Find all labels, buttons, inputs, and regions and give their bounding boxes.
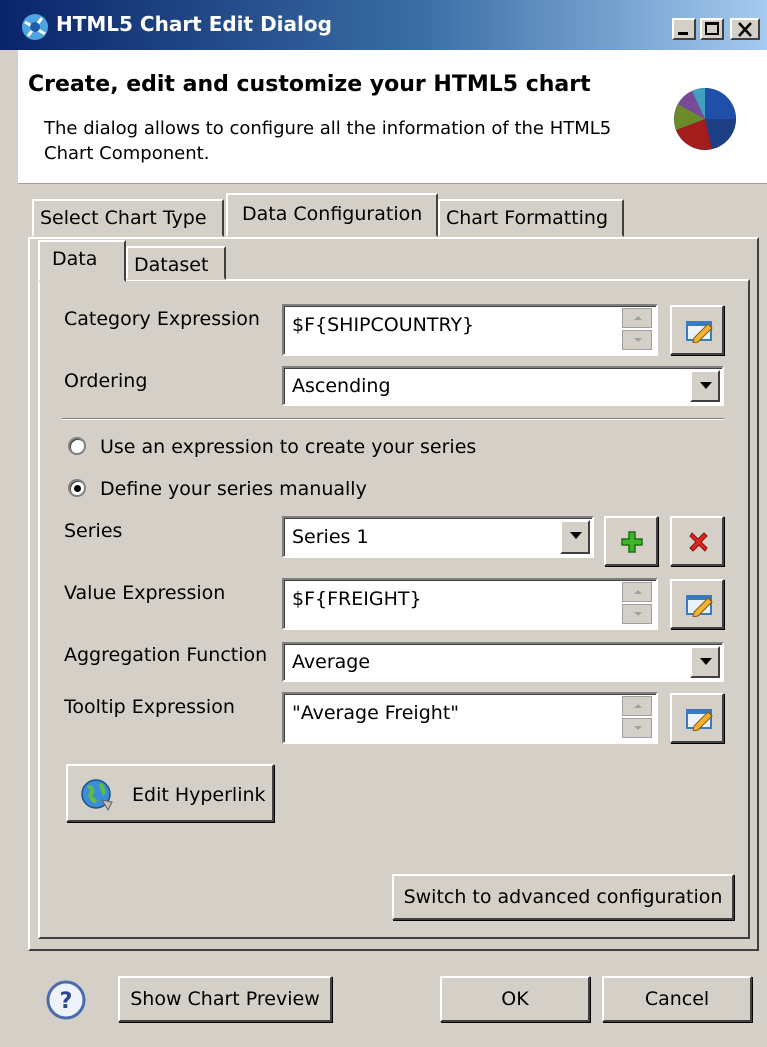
tooltip-expression-value: "Average Freight" xyxy=(292,702,460,724)
value-expression-label: Value Expression xyxy=(64,582,226,604)
aggregation-function-label: Aggregation Function xyxy=(64,644,268,666)
series-label: Series xyxy=(64,520,123,542)
remove-series-button[interactable] xyxy=(670,516,724,566)
edit-category-expression-button[interactable] xyxy=(670,305,724,355)
radio-selected-dot xyxy=(74,485,81,492)
divider xyxy=(62,418,724,420)
scroll-up-icon[interactable] xyxy=(622,308,652,328)
tab-label: Data Configuration xyxy=(242,203,423,225)
show-chart-preview-label: Show Chart Preview xyxy=(130,988,320,1010)
category-expression-label: Category Expression xyxy=(64,308,260,330)
radio-use-expression[interactable] xyxy=(68,437,86,455)
scroll-down-icon[interactable] xyxy=(622,604,652,624)
close-icon xyxy=(738,22,752,37)
close-button[interactable] xyxy=(730,18,760,40)
help-icon[interactable]: ? xyxy=(46,980,86,1020)
edit-hyperlink-label: Edit Hyperlink xyxy=(132,784,266,806)
switch-advanced-button[interactable]: Switch to advanced configuration xyxy=(392,874,734,920)
expression-editor-icon xyxy=(686,709,713,731)
scroll-down-icon[interactable] xyxy=(622,330,652,350)
ordering-select[interactable]: Ascending xyxy=(282,366,724,406)
category-expression-value: $F{SHIPCOUNTRY} xyxy=(292,314,475,336)
series-select[interactable]: Series 1 xyxy=(282,516,594,558)
aggregation-function-value: Average xyxy=(292,651,371,673)
radio-define-manually[interactable] xyxy=(68,479,86,497)
chevron-down-icon[interactable] xyxy=(690,370,720,402)
edit-value-expression-button[interactable] xyxy=(670,579,724,629)
chevron-down-icon[interactable] xyxy=(690,646,720,678)
pie-chart-icon xyxy=(674,88,736,150)
value-expression-field[interactable]: $F{FREIGHT} xyxy=(282,578,658,630)
expression-editor-icon xyxy=(686,595,713,617)
scroll-up-icon[interactable] xyxy=(622,582,652,602)
svg-text:?: ? xyxy=(60,989,73,1014)
switch-advanced-label: Switch to advanced configuration xyxy=(403,886,723,908)
cancel-button[interactable]: Cancel xyxy=(602,976,752,1022)
expression-editor-icon xyxy=(686,321,713,343)
tooltip-expression-label: Tooltip Expression xyxy=(64,696,235,718)
tab-data[interactable]: Data xyxy=(38,240,126,282)
show-chart-preview-button[interactable]: Show Chart Preview xyxy=(118,976,332,1022)
tab-label: Select Chart Type xyxy=(40,207,207,229)
tab-select-chart-type[interactable]: Select Chart Type xyxy=(32,199,224,237)
tab-chart-formatting[interactable]: Chart Formatting xyxy=(438,199,624,237)
tooltip-expression-field[interactable]: "Average Freight" xyxy=(282,692,658,744)
maximize-button[interactable] xyxy=(700,18,724,40)
window-frame xyxy=(0,50,18,1047)
ordering-value: Ascending xyxy=(292,375,391,397)
minimize-button[interactable] xyxy=(672,18,696,40)
category-expression-field[interactable]: $F{SHIPCOUNTRY} xyxy=(282,304,658,356)
chevron-down-icon[interactable] xyxy=(560,520,590,554)
delete-icon xyxy=(689,532,708,552)
series-value: Series 1 xyxy=(292,526,369,548)
radio-use-expression-label: Use an expression to create your series xyxy=(100,436,477,458)
chart-wizard-icon xyxy=(22,14,48,40)
scroll-up-icon[interactable] xyxy=(622,696,652,716)
tab-label: Chart Formatting xyxy=(446,207,609,229)
value-expression-value: $F{FREIGHT} xyxy=(292,588,422,610)
radio-define-manually-label: Define your series manually xyxy=(100,478,367,500)
tab-data-configuration[interactable]: Data Configuration xyxy=(226,193,438,237)
minimize-icon xyxy=(678,32,688,35)
tab-label: Dataset xyxy=(134,254,209,276)
edit-tooltip-expression-button[interactable] xyxy=(670,693,724,743)
edit-hyperlink-button[interactable]: Edit Hyperlink xyxy=(66,764,274,822)
add-series-button[interactable] xyxy=(604,516,658,566)
globe-link-icon xyxy=(81,779,113,812)
header-description: The dialog allows to configure all the i… xyxy=(44,118,612,164)
tab-dataset[interactable]: Dataset xyxy=(126,246,226,280)
ok-button[interactable]: OK xyxy=(440,976,590,1022)
aggregation-function-select[interactable]: Average xyxy=(282,642,724,682)
cancel-label: Cancel xyxy=(644,988,710,1010)
header-title: Create, edit and customize your HTML5 ch… xyxy=(28,72,591,97)
maximize-icon xyxy=(705,22,719,35)
tab-label: Data xyxy=(52,248,98,270)
scroll-down-icon[interactable] xyxy=(622,718,652,738)
window-title: HTML5 Chart Edit Dialog xyxy=(56,12,332,36)
ok-label: OK xyxy=(501,988,529,1010)
add-icon xyxy=(621,531,643,553)
ordering-label: Ordering xyxy=(64,370,148,392)
